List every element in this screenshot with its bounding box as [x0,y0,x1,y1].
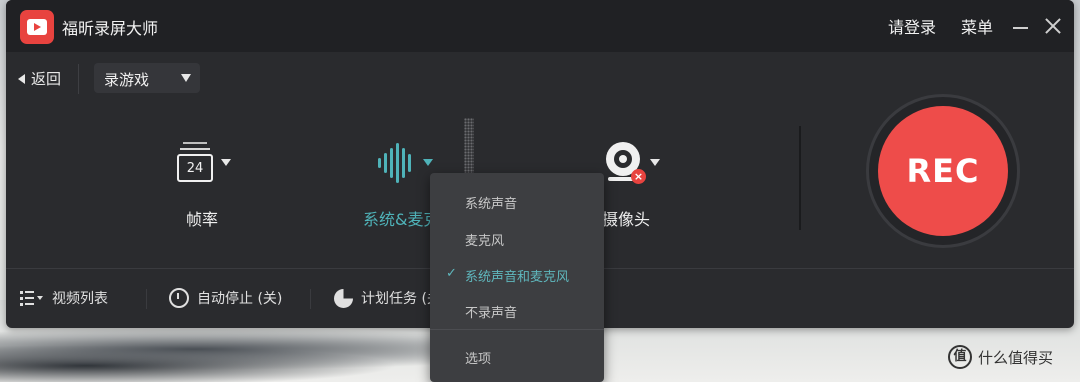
back-button[interactable]: 返回 [18,68,61,89]
frame-rate-icon[interactable]: 24 [177,140,213,182]
menu-item-microphone[interactable]: 麦克风 [465,230,504,249]
list-icon [20,290,44,306]
wave-bar [384,153,387,173]
alarm-clock-icon [169,288,189,308]
divider [146,289,147,309]
menu-item-options[interactable]: 选项 [465,348,491,367]
auto-stop-label: 自动停止 (关) [197,291,283,307]
video-list-label: 视频列表 [52,291,108,307]
login-link[interactable]: 请登录 [888,14,936,38]
divider [78,64,79,94]
minimize-icon[interactable] [1012,16,1030,36]
wave-bar [390,148,393,178]
frame-rate-icon-line [183,142,207,144]
camera-off-badge-icon: × [631,169,646,184]
fps-dropdown-arrow-icon[interactable] [221,159,231,166]
camera-dropdown-arrow-icon[interactable] [650,159,660,166]
chevron-down-icon [181,74,191,82]
audio-source-menu: 系统声音 麦克风 ✓ 系统声音和麦克风 不录声音 选项 [430,173,604,382]
menu-divider [430,329,604,330]
schedule-label: 计划任务 (关 [361,291,441,307]
rec-button[interactable]: REC [878,106,1008,236]
menu-item-system-sound[interactable]: 系统声音 [465,193,517,212]
fps-value: 24 [177,154,213,182]
audio-dropdown-arrow-icon[interactable] [423,159,433,166]
dotted-divider [464,118,474,178]
fps-label: 帧率 [186,210,219,229]
wave-bar [396,143,399,183]
title-bar: 福昕录屏大师 请登录 菜单 [6,0,1074,52]
menu-button[interactable]: 菜单 [961,14,993,38]
back-label: 返回 [31,70,62,88]
frame-rate-icon-line [180,148,210,150]
wave-bar [408,154,411,172]
watermark-text: 什么值得买 [978,348,1054,367]
app-title: 福昕录屏大师 [62,19,159,38]
check-icon: ✓ [446,266,457,281]
mode-select-value: 录游戏 [104,71,150,89]
schedule-button[interactable]: 计划任务 (关 [334,288,441,308]
watermark: 值 什么值得买 [948,345,1053,369]
webcam-icon[interactable]: × [604,140,648,186]
menu-item-no-sound[interactable]: 不录声音 [465,302,517,321]
video-camera-icon [20,10,54,44]
divider [310,289,311,309]
mode-select[interactable]: 录游戏 [94,63,200,93]
watermark-logo-icon: 值 [948,345,972,369]
wave-bar [402,148,405,178]
auto-stop-button[interactable]: 自动停止 (关) [169,288,282,308]
menu-item-system-and-mic[interactable]: 系统声音和麦克风 [465,266,569,285]
sound-wave-icon[interactable] [378,143,418,183]
webcam-lens-center [619,155,627,163]
divider [799,126,801,230]
wave-bar [378,158,381,168]
back-arrow-icon [18,73,25,84]
camera-label: 摄像头 [602,210,651,229]
video-list-button[interactable]: 视频列表 [20,288,108,308]
pie-clock-icon [334,288,353,308]
close-icon[interactable] [1043,16,1063,36]
audio-label: 系统&麦克 [363,210,440,229]
